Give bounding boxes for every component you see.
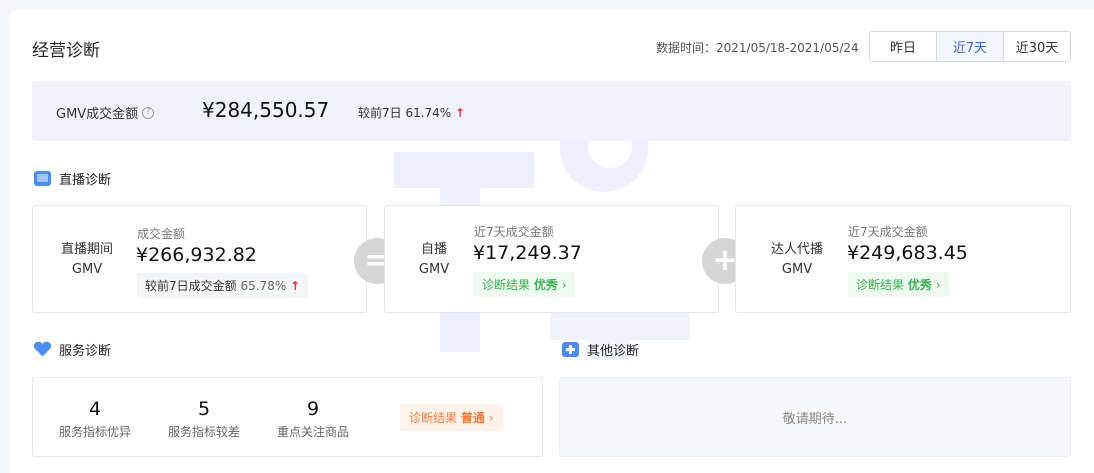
live-total-value: ¥266,932.82 bbox=[136, 244, 257, 266]
chevron-right-icon: › bbox=[935, 278, 941, 292]
result-prefix: 诊断结果 bbox=[482, 278, 531, 292]
tv-icon bbox=[34, 171, 51, 186]
service-result-badge[interactable]: 诊断结果 普通 › bbox=[400, 404, 503, 431]
talent-live-sub-label: 近7天成交金额 bbox=[848, 225, 928, 239]
result-prefix: 诊断结果 bbox=[856, 278, 905, 292]
chevron-right-icon: › bbox=[488, 411, 494, 425]
talent-live-label-line1: 达人代播 bbox=[770, 242, 823, 257]
stat-value: 4 bbox=[88, 398, 102, 420]
live-section-title: 直播诊断 bbox=[34, 169, 111, 188]
live-total-compare-pct: 65.78% bbox=[240, 279, 287, 293]
self-live-label: 自播 GMV bbox=[399, 240, 469, 280]
stat-item[interactable]: 9 重点关注商品 bbox=[265, 398, 361, 440]
coming-soon-text: 敬请期待... bbox=[782, 411, 848, 427]
talent-live-value: ¥249,683.45 bbox=[847, 242, 968, 264]
service-section-title-text: 服务诊断 bbox=[59, 344, 112, 359]
talent-live-label-line2: GMV bbox=[781, 262, 813, 277]
live-section-title-text: 直播诊断 bbox=[59, 173, 112, 188]
stat-label: 服务指标优异 bbox=[58, 425, 131, 439]
other-section-title-text: 其他诊断 bbox=[587, 344, 640, 359]
stat-label: 服务指标较差 bbox=[167, 425, 240, 439]
live-total-label-line2: GMV bbox=[71, 262, 103, 277]
self-live-value: ¥17,249.37 bbox=[473, 242, 582, 264]
arrow-up-icon: ↑ bbox=[455, 106, 466, 120]
tab-7-days[interactable]: 近7天 bbox=[937, 32, 1004, 61]
self-live-label-line1: 自播 bbox=[420, 242, 447, 257]
live-total-sub-label: 成交金额 bbox=[137, 227, 186, 241]
page-title: 经营诊断 bbox=[32, 41, 100, 61]
gmv-value: ¥284,550.57 bbox=[202, 98, 330, 122]
date-range-label: 数据时间：2021/05/18-2021/05/24 bbox=[656, 41, 859, 55]
gmv-compare-text: 较前7日 61.74% bbox=[358, 106, 452, 120]
tab-yesterday[interactable]: 昨日 bbox=[870, 32, 937, 61]
result-value: 优秀 bbox=[907, 278, 932, 292]
gmv-compare: 较前7日 61.74% ↑ bbox=[358, 104, 465, 121]
stat-item[interactable]: 4 服务指标优异 bbox=[47, 398, 143, 440]
service-section-title: 服务诊断 bbox=[34, 340, 111, 359]
medical-kit-icon bbox=[562, 342, 579, 357]
period-selector: 昨日 近7天 近30天 bbox=[869, 31, 1071, 62]
other-section-title: 其他诊断 bbox=[562, 340, 639, 359]
talent-live-result-badge[interactable]: 诊断结果 优秀 › bbox=[848, 272, 949, 297]
result-value: 优秀 bbox=[533, 278, 558, 292]
stat-label: 重点关注商品 bbox=[276, 425, 349, 439]
stat-item[interactable]: 5 服务指标较差 bbox=[156, 398, 252, 440]
live-total-label-line1: 直播期间 bbox=[60, 242, 113, 257]
self-live-card: 自播 GMV 近7天成交金额 ¥17,249.37 诊断结果 优秀 › bbox=[384, 205, 719, 313]
tab-30-days[interactable]: 近30天 bbox=[1004, 32, 1070, 61]
live-total-card: 直播期间 GMV 成交金额 ¥266,932.82 较前7日成交金额 65.78… bbox=[32, 205, 367, 313]
heart-icon bbox=[34, 342, 51, 357]
live-total-label: 直播期间 GMV bbox=[47, 240, 127, 280]
service-card: 4 服务指标优异 5 服务指标较差 9 重点关注商品 诊断结果 普通 › bbox=[32, 377, 543, 457]
arrow-up-icon: ↑ bbox=[290, 279, 301, 293]
live-total-compare: 较前7日成交金额 65.78% ↑ bbox=[137, 273, 309, 298]
help-icon[interactable]: ? bbox=[142, 106, 155, 119]
stat-value: 5 bbox=[197, 398, 211, 420]
self-live-label-line2: GMV bbox=[418, 262, 450, 277]
result-value: 普通 bbox=[460, 411, 485, 425]
gmv-label: GMV成交金额 ? bbox=[56, 103, 155, 122]
talent-live-label: 达人代播 GMV bbox=[756, 240, 838, 280]
result-prefix: 诊断结果 bbox=[409, 411, 458, 425]
self-live-sub-label: 近7天成交金额 bbox=[474, 225, 554, 239]
gmv-label-text: GMV成交金额 bbox=[56, 107, 139, 122]
talent-live-card: 达人代播 GMV 近7天成交金额 ¥249,683.45 诊断结果 优秀 › bbox=[735, 205, 1071, 313]
self-live-result-badge[interactable]: 诊断结果 优秀 › bbox=[474, 272, 575, 297]
gmv-summary-bar: GMV成交金额 ? ¥284,550.57 较前7日 61.74% ↑ bbox=[32, 81, 1071, 141]
live-total-compare-label: 较前7日成交金额 bbox=[145, 279, 237, 293]
diagnosis-panel: 经营诊断 数据时间：2021/05/18-2021/05/24 昨日 近7天 近… bbox=[10, 10, 1094, 473]
stat-value: 9 bbox=[306, 398, 320, 420]
chevron-right-icon: › bbox=[561, 278, 567, 292]
other-placeholder-box: 敬请期待... bbox=[559, 377, 1071, 457]
